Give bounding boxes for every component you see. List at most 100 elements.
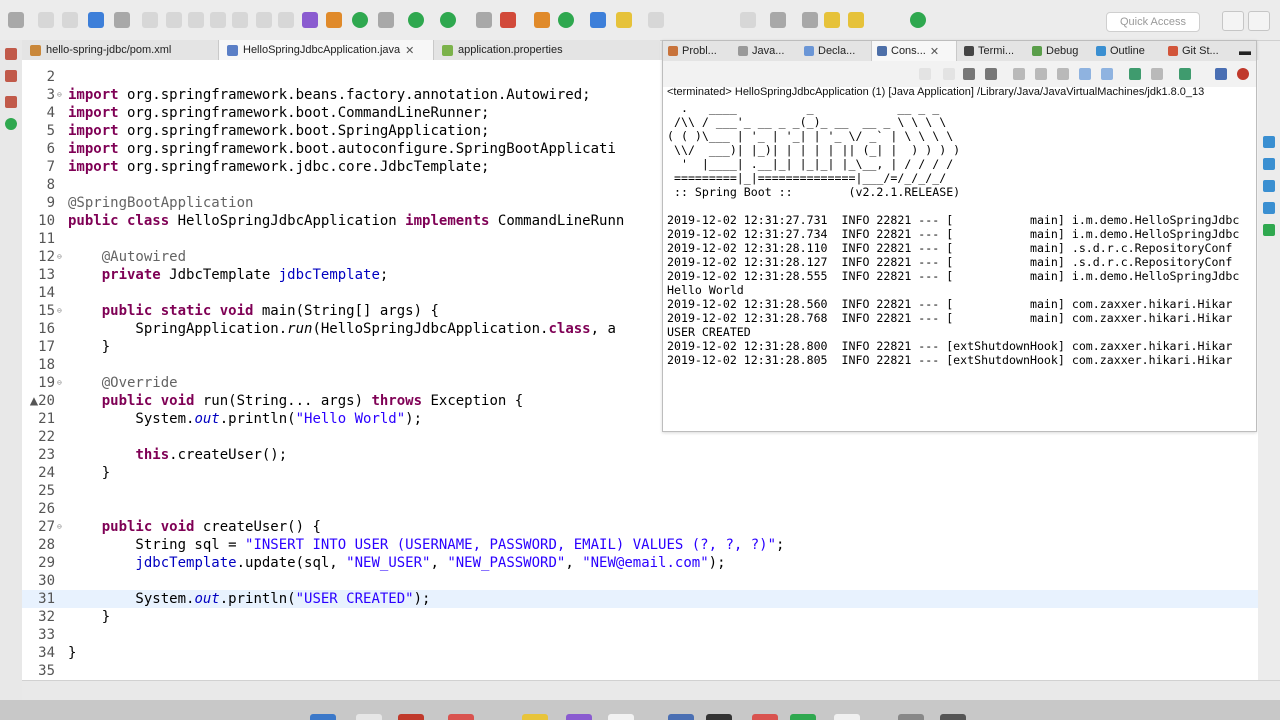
boot-dashboard-icon[interactable] — [5, 118, 17, 130]
view-menu-icon[interactable] — [1215, 68, 1227, 80]
code-line[interactable]: 28 String sql = "INSERT INTO USER (USERN… — [22, 536, 1258, 554]
code-line[interactable]: 34} — [22, 644, 1258, 662]
spring-boot-icon[interactable] — [352, 12, 368, 28]
back-icon[interactable] — [824, 12, 840, 28]
clear-console-icon[interactable] — [1013, 68, 1025, 80]
save-all-icon[interactable] — [62, 12, 78, 28]
fold-toggle-icon[interactable]: ⊖ — [57, 379, 65, 387]
fold-toggle-icon[interactable]: ⊖ — [57, 307, 65, 315]
quick-access-input[interactable]: Quick Access — [1106, 12, 1200, 32]
skip-breakpoints-icon[interactable] — [114, 12, 130, 28]
tab-javadoc[interactable]: Java... — [733, 41, 799, 61]
run-icon[interactable] — [408, 12, 424, 28]
code-line[interactable]: 35 — [22, 662, 1258, 680]
toggle-mark-icon[interactable] — [326, 12, 342, 28]
minimized-view-icon[interactable] — [5, 48, 17, 60]
open-type-icon[interactable] — [590, 12, 606, 28]
run-external-icon[interactable] — [500, 12, 516, 28]
pin-console-icon[interactable] — [1129, 68, 1141, 80]
search-icon[interactable] — [616, 12, 632, 28]
disconnect-icon[interactable] — [210, 12, 226, 28]
next-annotation-icon[interactable] — [770, 12, 786, 28]
minimized-console-icon[interactable] — [1263, 136, 1275, 148]
previous-annotation-icon[interactable] — [802, 12, 818, 28]
suspend-icon[interactable] — [166, 12, 182, 28]
dock-app-icon[interactable] — [834, 714, 860, 720]
display-selected-console-icon[interactable] — [1151, 68, 1163, 80]
open-console-icon[interactable] — [1179, 68, 1191, 80]
java-perspective-icon[interactable] — [1248, 11, 1270, 31]
spring-boot-console-icon[interactable] — [1237, 68, 1249, 80]
dock-app-icon[interactable] — [608, 714, 634, 720]
tab-outline[interactable]: Outline — [1091, 41, 1163, 61]
step-over-icon[interactable] — [256, 12, 272, 28]
dock-app-icon[interactable] — [398, 714, 424, 720]
resume-icon[interactable] — [142, 12, 158, 28]
tab-terminal[interactable]: Termi... — [959, 41, 1027, 61]
dock-app-icon[interactable] — [706, 714, 732, 720]
minimized-boot-icon[interactable] — [1263, 224, 1275, 236]
close-icon[interactable]: ✕ — [405, 44, 414, 57]
tab-debug[interactable]: Debug — [1027, 41, 1091, 61]
open-perspective-icon[interactable] — [910, 12, 926, 28]
new-java-class-icon[interactable] — [558, 12, 574, 28]
tab-hello-spring-jdbc-application[interactable]: HelloSpringJdbcApplication.java ✕ — [218, 40, 434, 60]
tab-console[interactable]: Cons... ✕ — [871, 41, 957, 61]
debug-icon[interactable] — [378, 12, 394, 28]
external-tools-icon[interactable] — [476, 12, 492, 28]
dock-app-icon[interactable] — [448, 714, 474, 720]
code-line[interactable]: 23 this.createUser(); — [22, 446, 1258, 464]
dock-app-icon[interactable] — [522, 714, 548, 720]
minimized-outline-icon[interactable] — [1263, 202, 1275, 214]
code-line[interactable]: 24 } — [22, 464, 1258, 482]
fold-toggle-icon[interactable]: ⊖ — [57, 253, 65, 261]
tab-pom-xml[interactable]: hello-spring-jdbc/pom.xml — [22, 40, 218, 60]
terminate-icon[interactable] — [188, 12, 204, 28]
tab-git-staging[interactable]: Git St... — [1163, 41, 1235, 61]
dock-app-icon[interactable] — [566, 714, 592, 720]
coverage-icon[interactable] — [440, 12, 456, 28]
code-line[interactable]: 29 jdbcTemplate.update(sql, "NEW_USER", … — [22, 554, 1258, 572]
show-on-output-icon[interactable] — [1079, 68, 1091, 80]
restore-icon[interactable] — [5, 96, 17, 108]
tab-declaration[interactable]: Decla... — [799, 41, 871, 61]
code-line[interactable]: 32 } — [22, 608, 1258, 626]
dock-app-icon[interactable] — [790, 714, 816, 720]
minimize-view-button[interactable]: ▬ — [1235, 41, 1255, 61]
java-ee-perspective-icon[interactable] — [1222, 11, 1244, 31]
step-into-icon[interactable] — [232, 12, 248, 28]
show-on-error-icon[interactable] — [1101, 68, 1113, 80]
open-console-icon[interactable] — [88, 12, 104, 28]
dock-app-icon[interactable] — [898, 714, 924, 720]
code-line[interactable]: 31 System.out.println("USER CREATED"); — [22, 590, 1258, 608]
fold-toggle-icon[interactable]: ⊖ — [57, 91, 65, 99]
save-icon[interactable] — [38, 12, 54, 28]
code-line[interactable]: 27 ⊖ public void createUser() { — [22, 518, 1258, 536]
dock-app-icon[interactable] — [356, 714, 382, 720]
dock-app-icon[interactable] — [668, 714, 694, 720]
forward-icon[interactable] — [848, 12, 864, 28]
terminate-icon[interactable] — [919, 68, 931, 80]
new-java-package-icon[interactable] — [534, 12, 550, 28]
code-line[interactable]: 26 — [22, 500, 1258, 518]
tab-problems[interactable]: Probl... — [663, 41, 733, 61]
word-wrap-icon[interactable] — [1057, 68, 1069, 80]
show-whitespace-icon[interactable] — [740, 12, 756, 28]
code-line[interactable]: 25 — [22, 482, 1258, 500]
console-output[interactable]: . ____ _ __ _ _ /\\ / ___'_ __ _ _(_)_ _… — [667, 101, 1252, 429]
stop-icon[interactable] — [943, 68, 955, 80]
dock-app-icon[interactable] — [940, 714, 966, 720]
package-explorer-icon[interactable] — [5, 70, 17, 82]
remove-all-terminated-icon[interactable] — [985, 68, 997, 80]
minimized-servers-icon[interactable] — [1263, 158, 1275, 170]
fold-toggle-icon[interactable]: ⊖ — [57, 523, 65, 531]
code-line[interactable]: 33 — [22, 626, 1258, 644]
dock-app-icon[interactable] — [752, 714, 778, 720]
toggle-block-icon[interactable] — [302, 12, 318, 28]
close-icon[interactable]: ✕ — [930, 45, 939, 58]
new-icon[interactable] — [8, 12, 24, 28]
annotation-icon[interactable] — [648, 12, 664, 28]
step-return-icon[interactable] — [278, 12, 294, 28]
code-line[interactable]: 30 — [22, 572, 1258, 590]
dock-app-icon[interactable] — [310, 714, 336, 720]
